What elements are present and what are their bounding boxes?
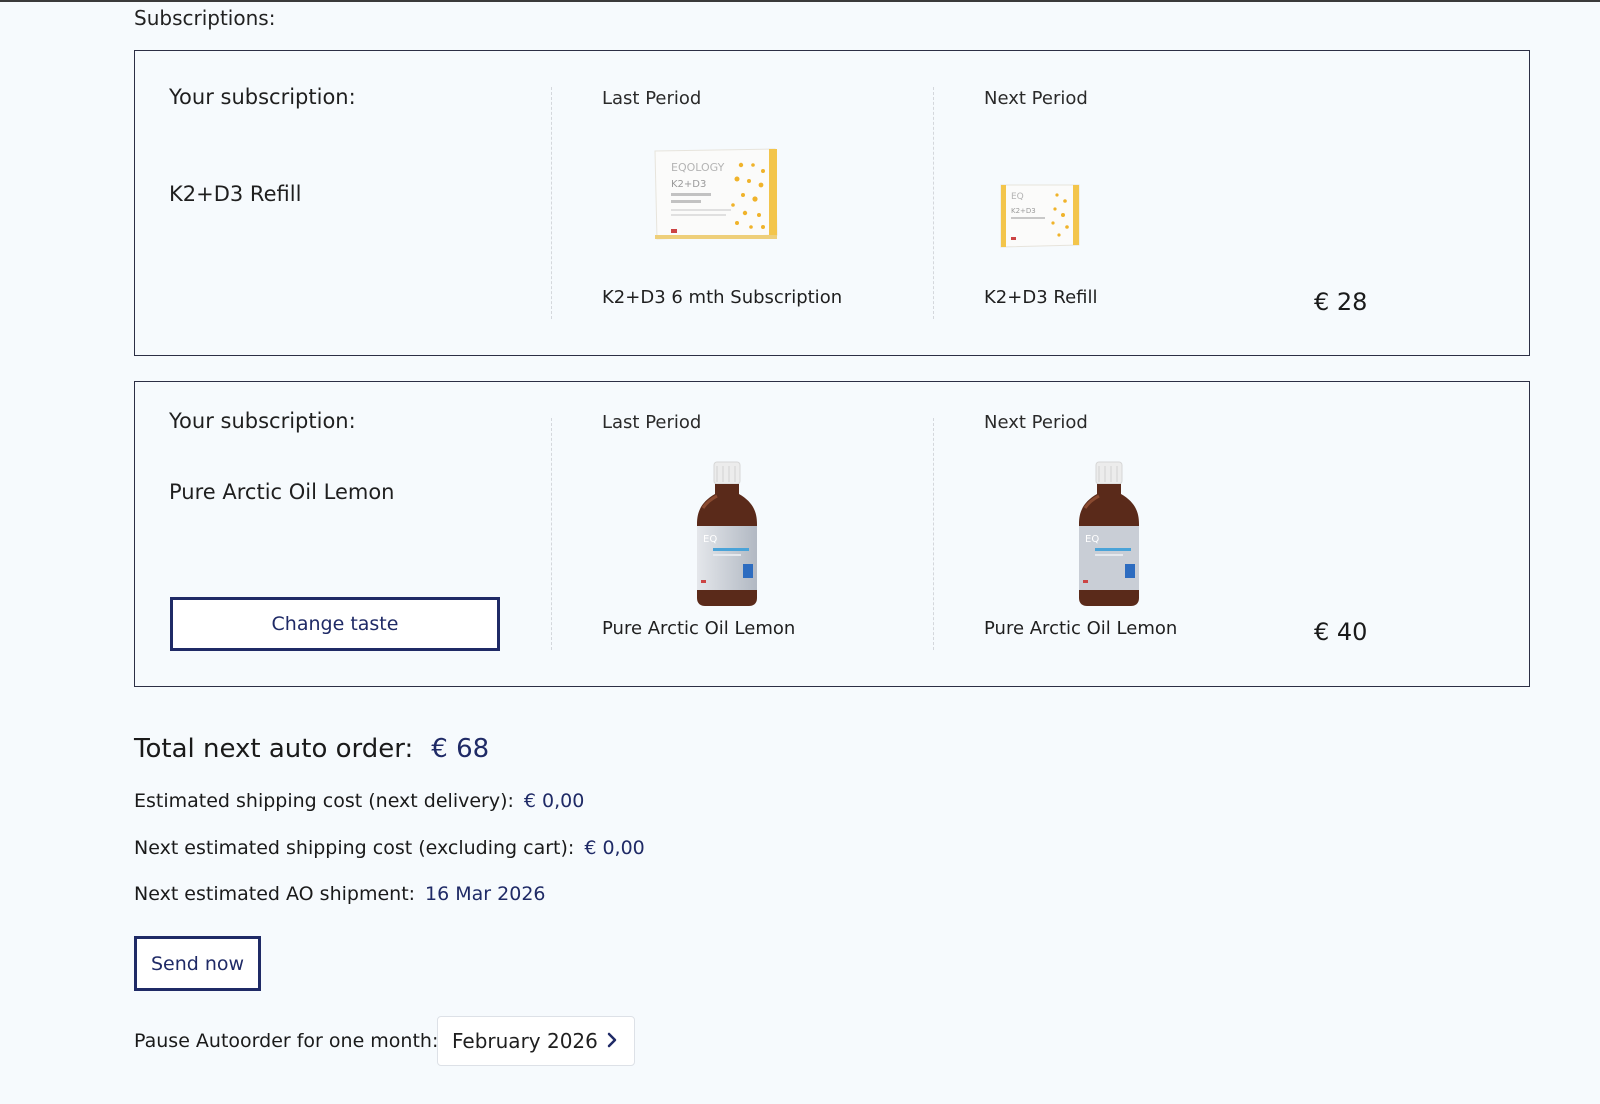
- k2d3-refill-box-image: EQ K2+D3: [1000, 184, 1080, 248]
- column-divider: [933, 418, 934, 650]
- svg-text:EQ: EQ: [1011, 192, 1024, 202]
- svg-text:K2+D3: K2+D3: [671, 179, 706, 190]
- subscriptions-page: Subscriptions: Your subscription: K2+D3 …: [0, 0, 1600, 1104]
- next-period-product-name: K2+D3 Refill: [984, 287, 1098, 308]
- arctic-oil-bottle-image: EQ: [1079, 461, 1139, 606]
- next-shipping-cost-label: Next estimated shipping cost (excluding …: [134, 837, 575, 859]
- next-shipping-cost-value: € 0,00: [584, 837, 645, 859]
- subscription-price: € 40: [1314, 618, 1368, 646]
- svg-text:EQOLOGY: EQOLOGY: [671, 161, 725, 174]
- last-period-product-name: K2+D3 6 mth Subscription: [602, 287, 843, 308]
- next-period-heading: Next Period: [984, 412, 1088, 433]
- column-divider: [551, 87, 552, 319]
- last-period-heading: Last Period: [602, 88, 702, 109]
- next-period-product-name: Pure Arctic Oil Lemon: [984, 618, 1178, 639]
- subscription-price: € 28: [1314, 288, 1368, 316]
- top-border: [0, 0, 1600, 2]
- svg-text:EQ: EQ: [703, 534, 717, 545]
- k2d3-box-image: EQOLOGY K2+D3: [654, 148, 778, 240]
- last-period-heading: Last Period: [602, 412, 702, 433]
- shipping-cost-value: € 0,00: [523, 790, 585, 812]
- total-value: € 68: [431, 734, 490, 764]
- column-divider: [933, 87, 934, 319]
- pause-month-select[interactable]: February 2026: [437, 1016, 635, 1066]
- subscription-card-arctic-oil: Your subscription: Pure Arctic Oil Lemon…: [134, 381, 1530, 687]
- next-shipping-cost-row: Next estimated shipping cost (excluding …: [134, 837, 645, 859]
- chevron-right-icon: [607, 1032, 617, 1048]
- send-now-button[interactable]: Send now: [134, 936, 261, 991]
- shipping-cost-label: Estimated shipping cost (next delivery):: [134, 790, 514, 812]
- total-next-order: Total next auto order: € 68: [134, 734, 489, 764]
- change-taste-button[interactable]: Change taste: [170, 597, 500, 651]
- section-title: Subscriptions:: [134, 6, 276, 30]
- subscription-label: Your subscription:: [169, 85, 356, 109]
- column-divider: [551, 418, 552, 650]
- shipping-cost-row: Estimated shipping cost (next delivery):…: [134, 790, 584, 812]
- subscription-label: Your subscription:: [169, 409, 356, 433]
- arctic-oil-bottle-image: EQ: [697, 461, 757, 606]
- subscription-product-name: Pure Arctic Oil Lemon: [169, 480, 395, 504]
- next-shipment-date: 16 Mar 2026: [425, 883, 546, 905]
- last-period-product-name: Pure Arctic Oil Lemon: [602, 618, 796, 639]
- total-label: Total next auto order:: [134, 734, 414, 764]
- svg-text:K2+D3: K2+D3: [1011, 207, 1036, 215]
- next-period-heading: Next Period: [984, 88, 1088, 109]
- subscription-card-k2d3: Your subscription: K2+D3 Refill Last Per…: [134, 50, 1530, 356]
- subscription-product-name: K2+D3 Refill: [169, 182, 302, 206]
- next-shipment-row: Next estimated AO shipment: 16 Mar 2026: [134, 883, 546, 905]
- pause-month-value: February 2026: [452, 1029, 598, 1053]
- pause-autoorder-label: Pause Autoorder for one month:: [134, 1030, 439, 1052]
- next-shipment-label: Next estimated AO shipment:: [134, 883, 416, 905]
- svg-text:EQ: EQ: [1085, 534, 1099, 545]
